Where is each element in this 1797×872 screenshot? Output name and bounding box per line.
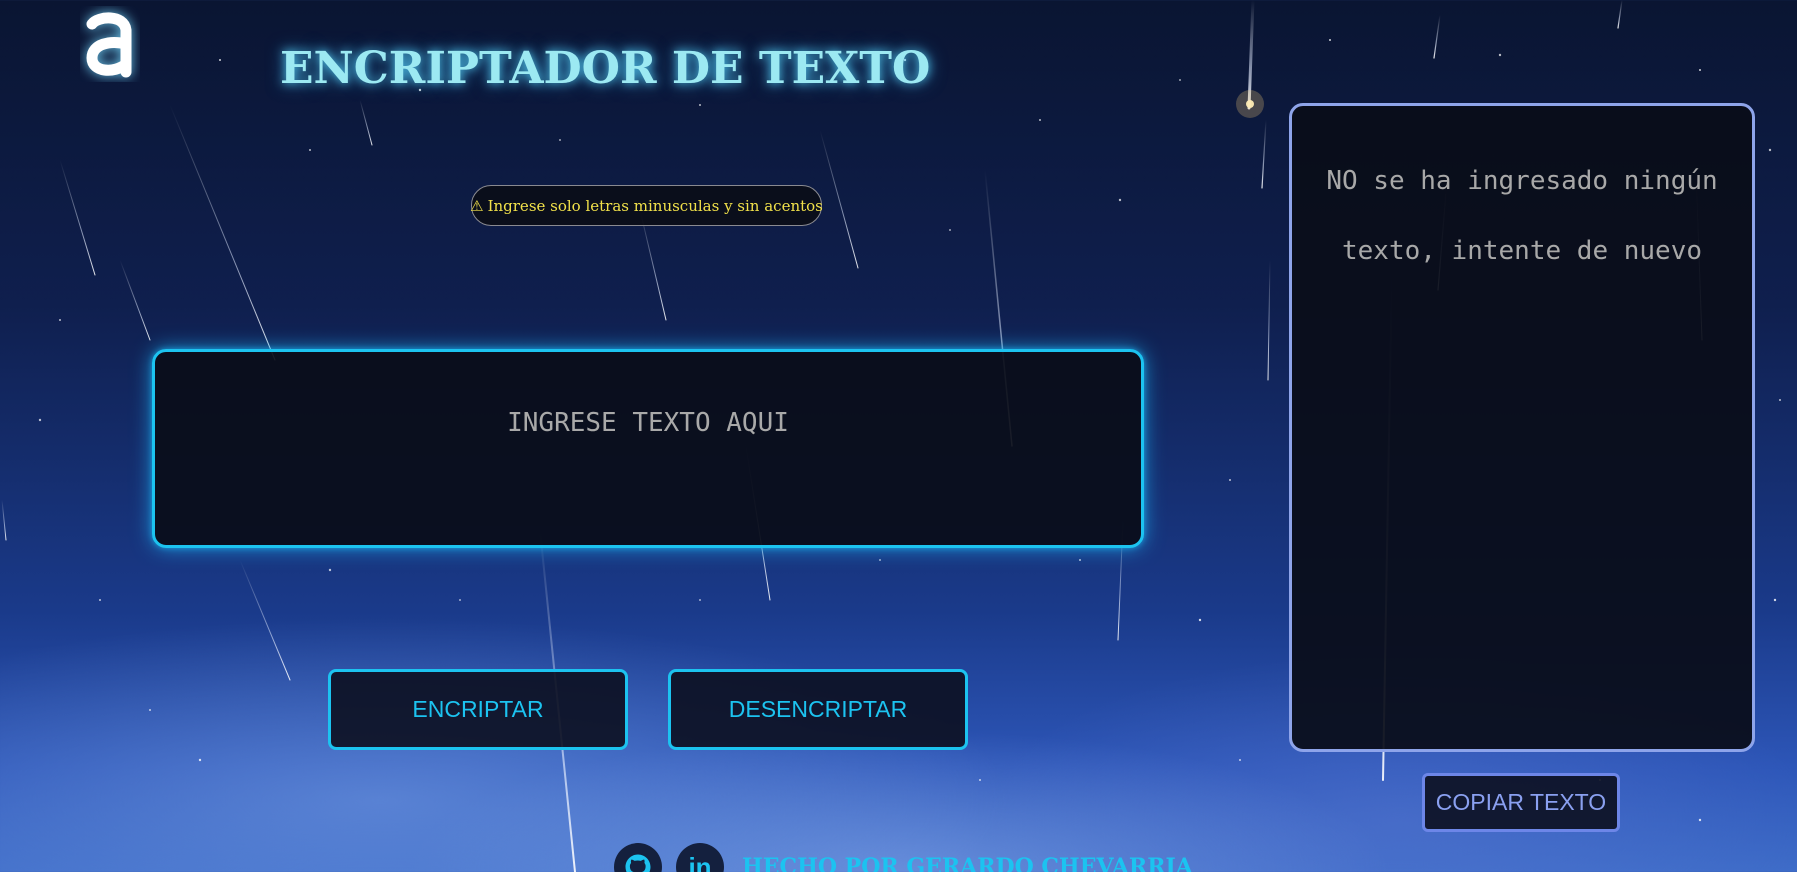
output-panel: NO se ha ingresado ningún texto, intente…	[1289, 103, 1755, 752]
warning-icon: ⚠	[470, 196, 484, 215]
copy-button[interactable]: COPIAR TEXTO	[1422, 773, 1620, 832]
output-message: NO se ha ingresado ningún texto, intente…	[1326, 166, 1718, 266]
alura-a-logo-icon	[80, 6, 140, 82]
warning-badge: ⚠ Ingrese solo letras minusculas y sin a…	[470, 185, 823, 226]
page-title: ENCRIPTADOR DE TEXTO	[280, 43, 931, 95]
linkedin-label: in	[688, 851, 712, 872]
footer: in HECHO POR GERARDO CHEVARRIA	[614, 843, 1193, 872]
text-input-box	[152, 349, 1144, 548]
github-icon[interactable]	[614, 843, 662, 872]
text-input[interactable]	[155, 352, 1141, 545]
footer-credit: HECHO POR GERARDO CHEVARRIA	[742, 854, 1193, 872]
encrypt-button[interactable]: ENCRIPTAR	[328, 669, 628, 750]
decrypt-button[interactable]: DESENCRIPTAR	[668, 669, 968, 750]
warning-text: Ingrese solo letras minusculas y sin ace…	[487, 196, 823, 215]
linkedin-icon[interactable]: in	[676, 843, 724, 872]
